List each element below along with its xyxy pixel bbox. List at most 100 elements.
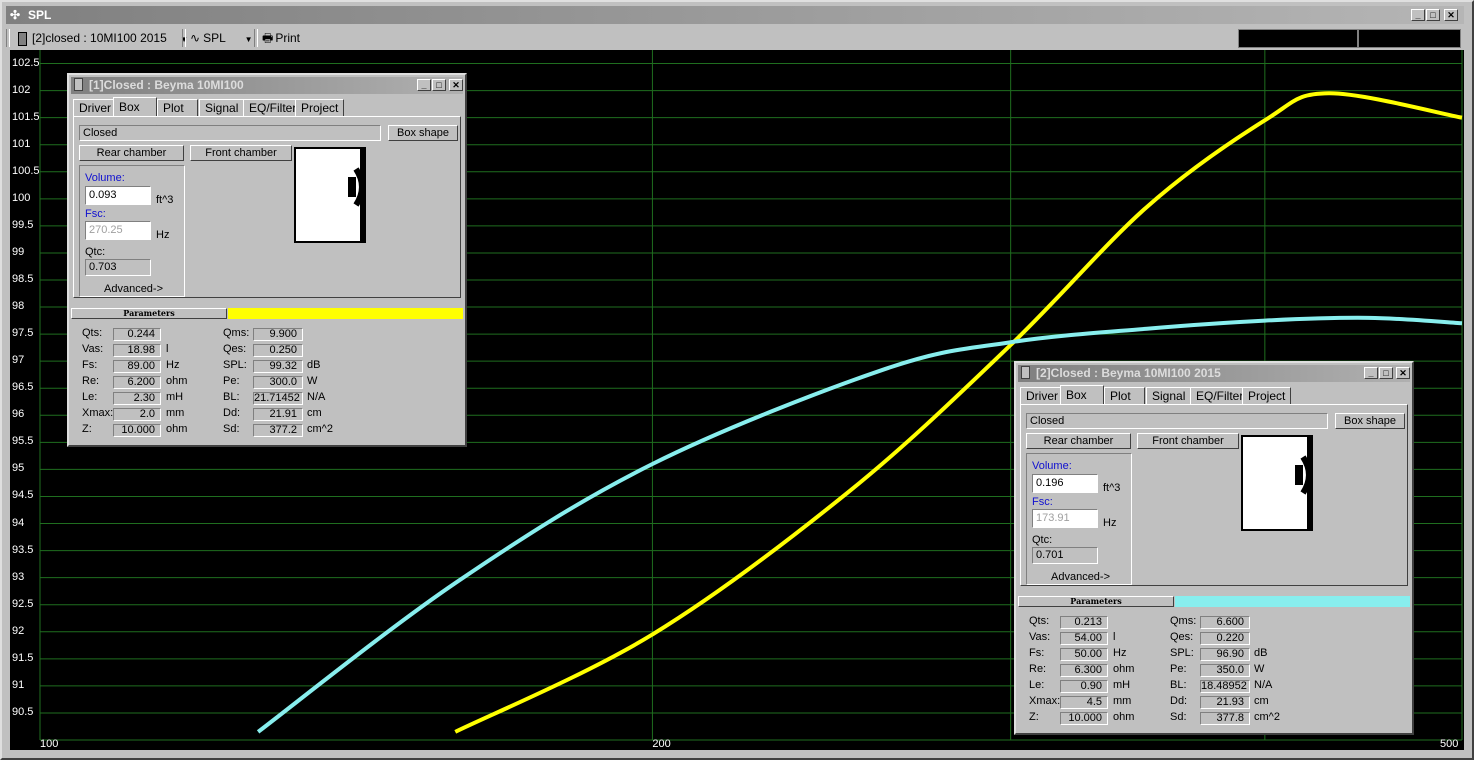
y-tick-label: 99.5 [12,218,34,231]
maximize-icon[interactable]: □ [432,79,446,91]
tab-plot[interactable]: Plot [157,99,198,116]
parameters-bar[interactable]: Parameters [71,308,463,319]
fsc-unit: Hz [1103,517,1117,529]
param-unit: l [166,343,169,355]
param-unit: dB [307,359,321,371]
y-tick-label: 98.5 [12,273,34,285]
close-icon[interactable]: ✕ [1396,367,1410,379]
tab-box[interactable]: Box [1060,385,1104,405]
advanced-link[interactable]: Advanced-> [104,283,163,295]
param-value[interactable]: 2.30 [113,392,161,405]
param-name: Le: [82,391,98,403]
tab-signal[interactable]: Signal [199,99,245,116]
param-value[interactable]: 50.00 [1060,648,1108,661]
driver-panel-2[interactable]: [2]Closed : Beyma 10MI100 2015 _ □ ✕ Dri… [1014,361,1414,735]
param-value[interactable]: 10.000 [113,424,161,437]
volume-label: Volume: [1032,460,1072,472]
fsc-input[interactable]: 270.25 [85,221,151,240]
param-value[interactable]: 21.71452 [253,392,303,405]
rear-chamber-button[interactable]: Rear chamber [1026,433,1131,449]
box-type-field[interactable]: Closed [79,125,381,141]
param-value[interactable]: 9.900 [253,328,303,341]
tab-box[interactable]: Box [113,97,157,117]
param-value[interactable]: 300.0 [253,376,303,389]
minimize-icon[interactable]: _ [417,79,431,91]
front-chamber-button[interactable]: Front chamber [190,145,292,161]
panel-titlebar[interactable]: [2]Closed : Beyma 10MI100 2015 _ □ ✕ [1018,365,1410,382]
param-value[interactable]: 377.8 [1200,712,1250,725]
y-tick-label: 96.5 [12,381,34,394]
param-value[interactable]: 18.98 [113,344,161,357]
param-name: Qts: [1029,615,1050,627]
volume-input[interactable]: 0.196 [1032,474,1098,493]
project-selector[interactable]: [2]closed : 10MI100 2015 ▼ [18,28,188,48]
box-type-field[interactable]: Closed [1026,413,1328,429]
param-value[interactable]: 99.32 [253,360,303,373]
minimize-icon[interactable]: _ [1411,9,1425,21]
param-value[interactable]: 21.91 [253,408,303,421]
panel-titlebar[interactable]: [1]Closed : Beyma 10MI100 _ □ ✕ [71,77,463,94]
param-value[interactable]: 18.48952 [1200,680,1250,693]
x-tick-label: 200 [652,738,671,750]
y-tick-label: 97 [12,354,25,367]
fsc-input[interactable]: 173.91 [1032,509,1098,528]
tab-plot[interactable]: Plot [1104,387,1145,404]
param-value[interactable]: 2.0 [113,408,161,421]
print-button[interactable]: 🖶 Print [262,28,300,48]
volume-label: Volume: [85,172,125,184]
plot-mode-label: SPL [203,31,226,45]
tab-project[interactable]: Project [1242,387,1292,404]
driver-panel-1[interactable]: [1]Closed : Beyma 10MI100 _ □ ✕ Driver B… [67,73,467,447]
param-value[interactable]: 6.200 [113,376,161,389]
close-icon[interactable]: ✕ [1444,9,1458,21]
y-tick-label: 96 [12,408,25,421]
volume-input[interactable]: 0.093 [85,186,151,205]
param-unit: N/A [1254,679,1273,691]
tab-driver[interactable]: Driver [1020,387,1064,404]
param-unit: Hz [1113,647,1127,659]
y-tick-label: 93.5 [12,543,34,556]
box-shape-button[interactable]: Box shape [1335,413,1405,429]
toolbar-grip [6,29,10,47]
param-value[interactable]: 10.000 [1060,712,1108,725]
param-value[interactable]: 96.90 [1200,648,1250,661]
minimize-icon[interactable]: _ [1364,367,1378,379]
box-shape-button[interactable]: Box shape [388,125,458,141]
front-chamber-button[interactable]: Front chamber [1137,433,1239,449]
advanced-link[interactable]: Advanced-> [1051,571,1110,583]
param-value[interactable]: 0.244 [113,328,161,341]
param-name: BL: [1170,679,1187,691]
param-value[interactable]: 0.90 [1060,680,1108,693]
maximize-icon[interactable]: □ [1379,367,1393,379]
param-value[interactable]: 89.00 [113,360,161,373]
param-value[interactable]: 377.2 [253,424,303,437]
close-icon[interactable]: ✕ [449,79,463,91]
param-unit: mm [166,407,185,419]
param-value[interactable]: 54.00 [1060,632,1108,645]
window-titlebar[interactable]: ✣ SPL _ □ ✕ [6,6,1464,24]
parameters-label: Parameters [1018,596,1174,607]
rear-chamber-button[interactable]: Rear chamber [79,145,184,161]
parameters-bar[interactable]: Parameters [1018,596,1410,607]
box-tab-panel: Closed Box shape Rear chamber Front cham… [1020,404,1408,586]
param-value[interactable]: 4.5 [1060,696,1108,709]
param-value[interactable]: 6.300 [1060,664,1108,677]
maximize-icon[interactable]: □ [1426,9,1440,21]
plot-mode-selector[interactable]: ∿ SPL ▼ [190,28,253,48]
param-name: Re: [1029,663,1047,675]
y-tick-label: 91 [12,678,25,691]
tab-eq-filter[interactable]: EQ/Filter [1190,387,1250,404]
tab-driver[interactable]: Driver [73,99,117,116]
param-value[interactable]: 0.220 [1200,632,1250,645]
param-value[interactable]: 0.250 [253,344,303,357]
tab-signal[interactable]: Signal [1146,387,1192,404]
param-value[interactable]: 21.93 [1200,696,1250,709]
param-value[interactable]: 6.600 [1200,616,1250,629]
fsc-label: Fsc: [1032,496,1053,508]
box-preview [294,147,366,243]
tab-project[interactable]: Project [295,99,345,116]
param-value[interactable]: 0.213 [1060,616,1108,629]
chevron-down-icon[interactable]: ▼ [245,35,253,44]
param-value[interactable]: 350.0 [1200,664,1250,677]
tab-eq-filter[interactable]: EQ/Filter [243,99,303,116]
